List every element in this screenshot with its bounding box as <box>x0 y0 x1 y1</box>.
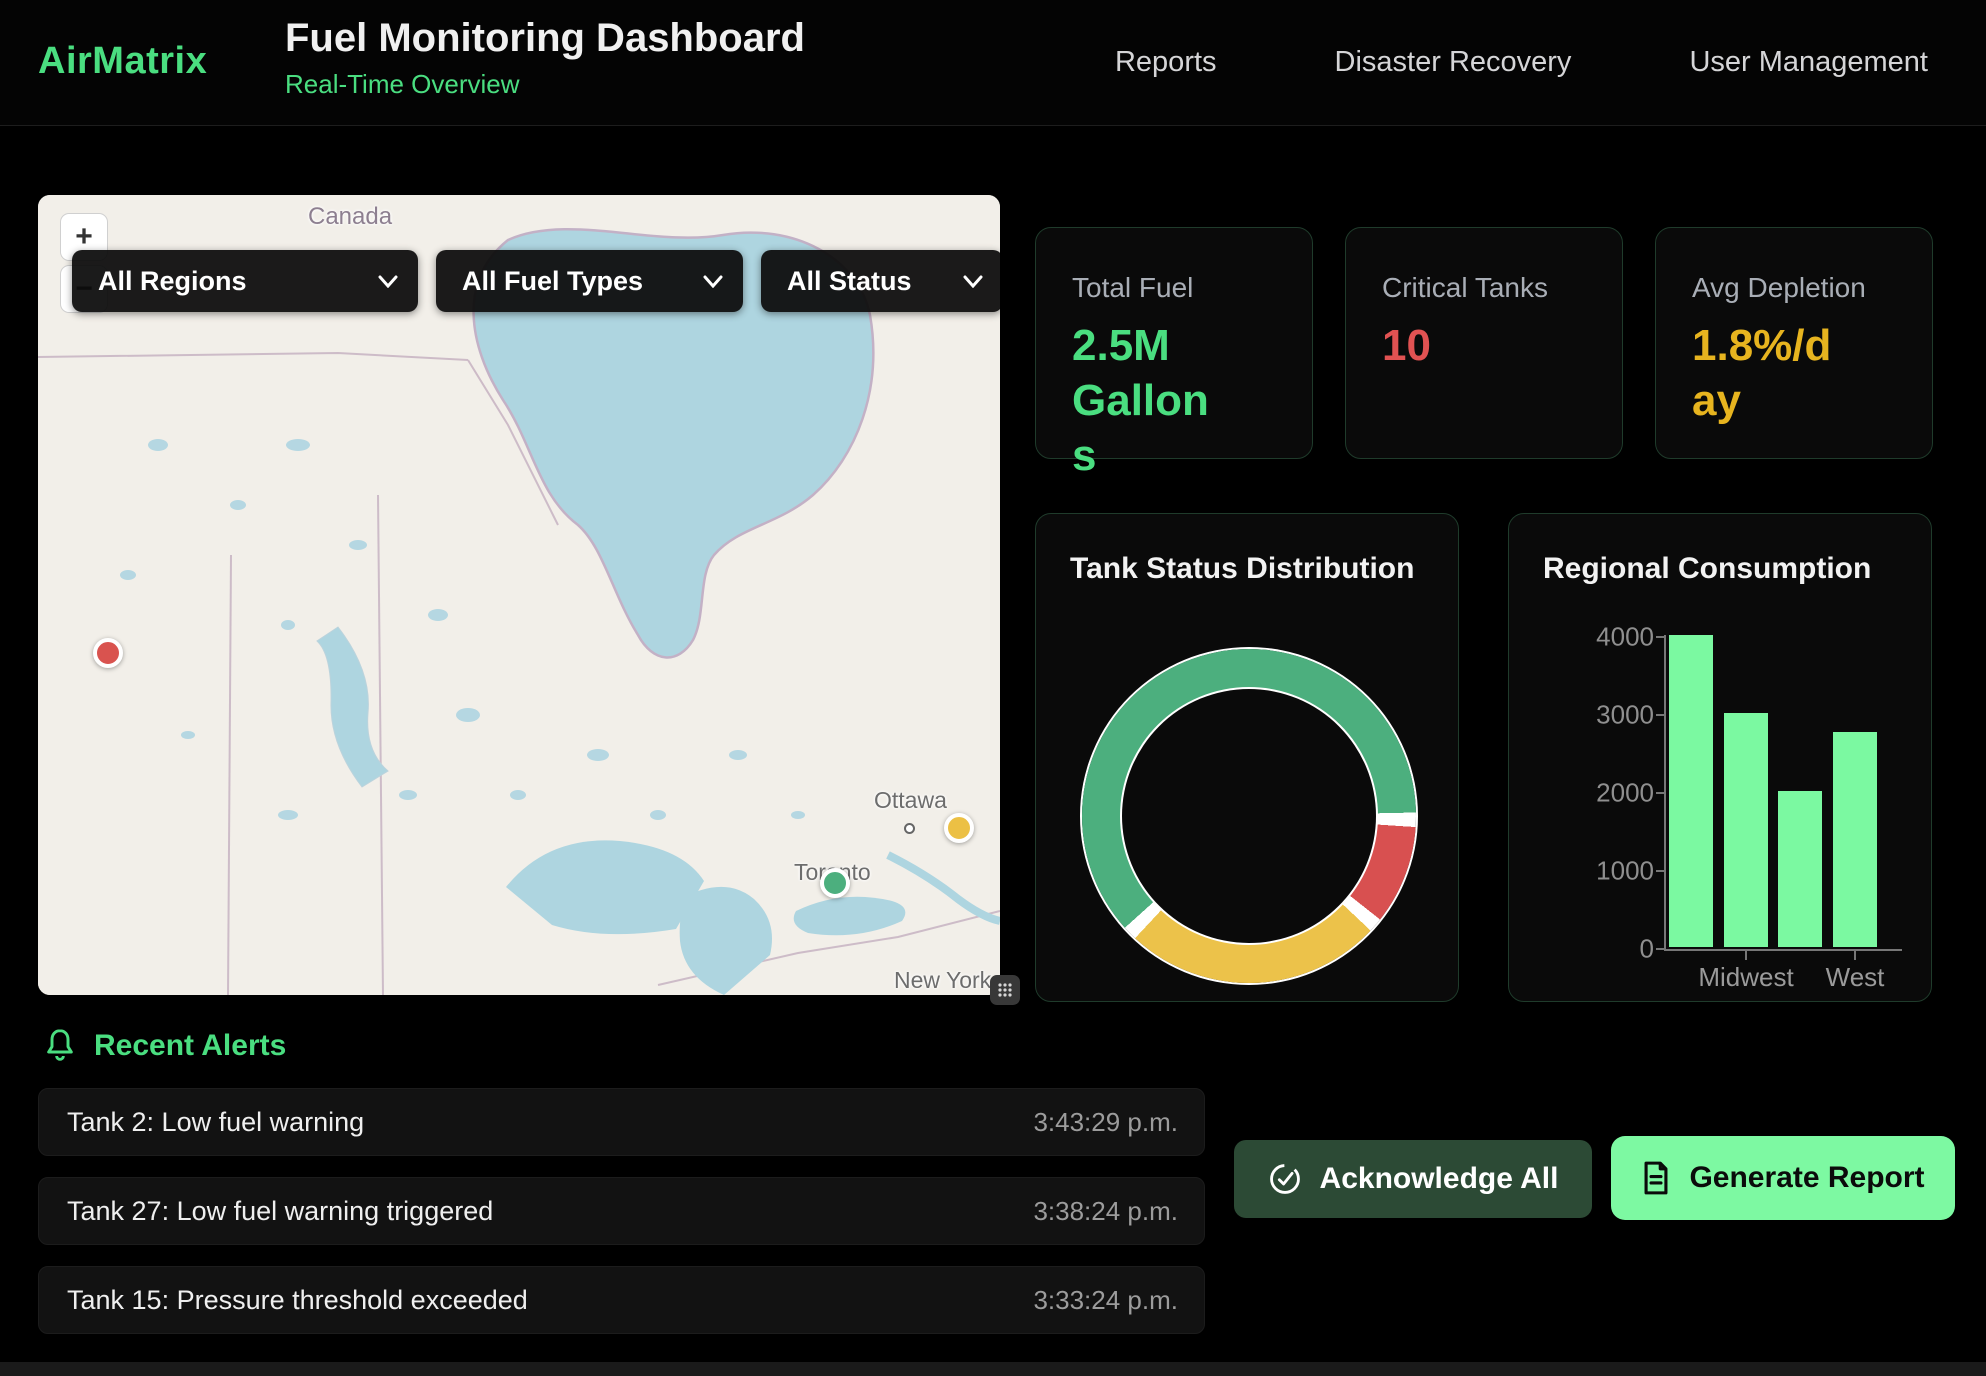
alert-message: Tank 2: Low fuel warning <box>67 1107 364 1138</box>
main-nav: Reports Disaster Recovery User Managemen… <box>1115 0 1928 125</box>
y-tick-1000: 1000 <box>1544 856 1654 887</box>
page-subtitle: Real-Time Overview <box>285 69 805 100</box>
avg-depletion-label: Avg Depletion <box>1692 272 1902 304</box>
y-tick-4000: 4000 <box>1544 622 1654 653</box>
y-tickmark <box>1656 870 1664 872</box>
alert-time: 3:43:29 p.m. <box>1033 1107 1178 1138</box>
y-tick-0: 0 <box>1544 934 1654 965</box>
total-fuel-label: Total Fuel <box>1072 272 1282 304</box>
tank-marker-normal[interactable] <box>820 868 850 898</box>
y-tickmark <box>1656 636 1664 638</box>
alert-time: 3:33:24 p.m. <box>1033 1285 1178 1316</box>
map-filter-bar: All Regions All Fuel Types All Status <box>72 250 1000 312</box>
fuel-type-filter-dropdown[interactable]: All Fuel Types <box>436 250 743 312</box>
drag-dots-icon <box>997 982 1013 998</box>
y-tickmark <box>1656 792 1664 794</box>
recent-alerts-title: Recent Alerts <box>94 1029 286 1063</box>
alert-row[interactable]: Tank 27: Low fuel warning triggered 3:38… <box>38 1177 1205 1245</box>
avg-depletion-value: 1.8%/day <box>1692 318 1842 428</box>
critical-tanks-label: Critical Tanks <box>1382 272 1592 304</box>
total-fuel-card: Total Fuel 2.5M Gallons <box>1035 227 1313 459</box>
y-tick-3000: 3000 <box>1544 700 1654 731</box>
regional-consumption-title: Regional Consumption <box>1543 552 1871 586</box>
page-title: Fuel Monitoring Dashboard <box>285 16 805 61</box>
report-document-icon <box>1641 1161 1671 1195</box>
x-axis <box>1664 949 1902 951</box>
bar-region-1[interactable] <box>1669 635 1713 947</box>
critical-tanks-value: 10 <box>1382 318 1532 373</box>
x-label-midwest: Midwest <box>1698 962 1793 993</box>
x-tickmark <box>1854 951 1856 960</box>
ottawa-town-dot-icon <box>904 823 915 834</box>
chevron-down-icon <box>963 275 983 288</box>
y-axis <box>1664 635 1666 951</box>
tank-status-title: Tank Status Distribution <box>1070 552 1414 586</box>
app-header: AirMatrix Fuel Monitoring Dashboard Real… <box>0 0 1986 126</box>
nav-user-management[interactable]: User Management <box>1689 46 1928 79</box>
nav-disaster-recovery[interactable]: Disaster Recovery <box>1335 46 1572 79</box>
chevron-down-icon <box>378 275 398 288</box>
tank-marker-warning[interactable] <box>944 813 974 843</box>
alert-time: 3:38:24 p.m. <box>1033 1196 1178 1227</box>
alert-message: Tank 15: Pressure threshold exceeded <box>67 1285 528 1316</box>
critical-tanks-card: Critical Tanks 10 <box>1345 227 1623 459</box>
map-resize-handle[interactable] <box>990 975 1020 1005</box>
status-filter-dropdown[interactable]: All Status <box>761 250 1000 312</box>
bar-region-west[interactable] <box>1833 732 1877 947</box>
total-fuel-value: 2.5M Gallons <box>1072 318 1222 483</box>
y-tick-2000: 2000 <box>1544 778 1654 809</box>
region-filter-dropdown[interactable]: All Regions <box>72 250 418 312</box>
y-tickmark <box>1656 714 1664 716</box>
bell-icon <box>44 1028 76 1064</box>
page-title-block: Fuel Monitoring Dashboard Real-Time Over… <box>285 16 805 100</box>
nav-reports[interactable]: Reports <box>1115 46 1217 79</box>
region-filter-value: All Regions <box>98 266 247 297</box>
x-label-west: West <box>1826 962 1885 993</box>
bar-region-3[interactable] <box>1778 791 1822 947</box>
chevron-down-icon <box>703 275 723 288</box>
generate-report-label: Generate Report <box>1689 1161 1924 1195</box>
fuel-type-filter-value: All Fuel Types <box>462 266 643 297</box>
generate-report-button[interactable]: Generate Report <box>1611 1136 1955 1220</box>
bar-region-midwest[interactable] <box>1724 713 1768 947</box>
map-panel[interactable]: Canada Ottawa Toronto New York + − All R… <box>38 195 1000 995</box>
bottom-strip <box>0 1362 1986 1376</box>
map-label-new-york: New York <box>894 967 991 994</box>
tank-status-donut-chart[interactable] <box>1082 649 1416 983</box>
y-tickmark <box>1656 948 1664 950</box>
map-label-ottawa: Ottawa <box>874 787 947 814</box>
recent-alerts-header: Recent Alerts <box>44 1028 286 1064</box>
tank-marker-critical[interactable] <box>93 638 123 668</box>
acknowledge-all-label: Acknowledge All <box>1320 1162 1559 1196</box>
regional-consumption-card: Regional Consumption 4000 3000 2000 1000… <box>1508 513 1932 1002</box>
map-label-canada: Canada <box>308 203 392 231</box>
brand-logo[interactable]: AirMatrix <box>38 40 207 83</box>
x-tickmark <box>1745 951 1747 960</box>
alert-message: Tank 27: Low fuel warning triggered <box>67 1196 493 1227</box>
status-filter-value: All Status <box>787 266 912 297</box>
alert-row[interactable]: Tank 2: Low fuel warning 3:43:29 p.m. <box>38 1088 1205 1156</box>
alert-row[interactable]: Tank 15: Pressure threshold exceeded 3:3… <box>38 1266 1205 1334</box>
acknowledge-all-button[interactable]: Acknowledge All <box>1234 1140 1592 1218</box>
check-circle-icon <box>1268 1162 1302 1196</box>
donut-hole <box>1122 689 1376 943</box>
tank-status-card: Tank Status Distribution <box>1035 513 1459 1002</box>
avg-depletion-card: Avg Depletion 1.8%/day <box>1655 227 1933 459</box>
